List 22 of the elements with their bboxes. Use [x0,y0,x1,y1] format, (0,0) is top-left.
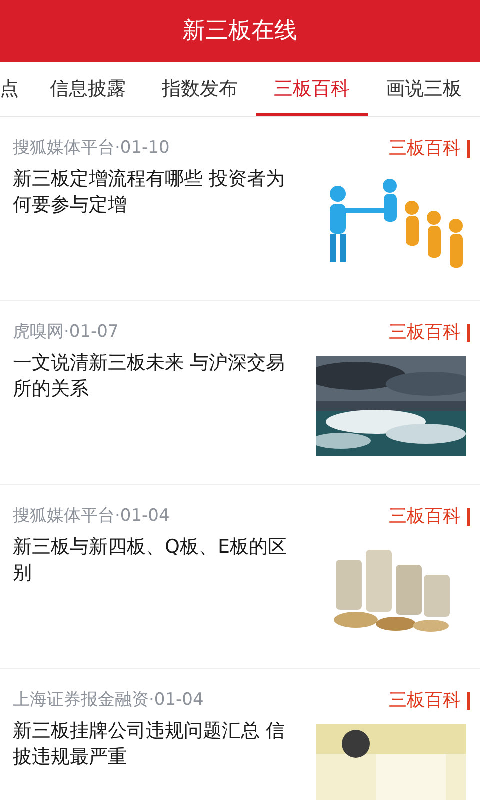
article-source: 上海证券报金融资·01-04 [13,688,204,712]
category-tab[interactable]: 三板百科 [256,62,368,116]
article-source: 搜狐媒体平台·01-10 [13,136,170,160]
article-title: 一文说清新三板未来 与沪深交易所的关系 [13,351,286,402]
tag-bar-icon [467,692,470,710]
tag-bar-icon [467,140,470,158]
category-tag: 三板百科 [389,135,461,162]
category-tab[interactable]: 指数发布 [144,62,256,116]
category-tag: 三板百科 [389,319,461,346]
category-tag: 三板百科 [389,687,461,714]
article-title: 新三板与新四板、Q板、E板的区别 [13,535,288,586]
tag-bar-icon [467,508,470,526]
category-tab[interactable]: 点 [0,62,32,116]
article-title: 新三板定增流程有哪些 投资者为何要参与定增 [13,167,286,218]
category-tag: 三板百科 [389,503,461,530]
article-source: 虎嗅网·01-07 [13,320,119,344]
category-tab[interactable]: 画说三板 [368,62,480,116]
tag-bar-icon [467,324,470,342]
category-tab[interactable]: 信息披露 [32,62,144,116]
app-title: 新三板在线 [182,16,298,46]
article-source: 搜狐媒体平台·01-04 [13,504,170,528]
article-title: 新三板挂牌公司违规问题汇总 信披违规最严重 [13,719,286,770]
